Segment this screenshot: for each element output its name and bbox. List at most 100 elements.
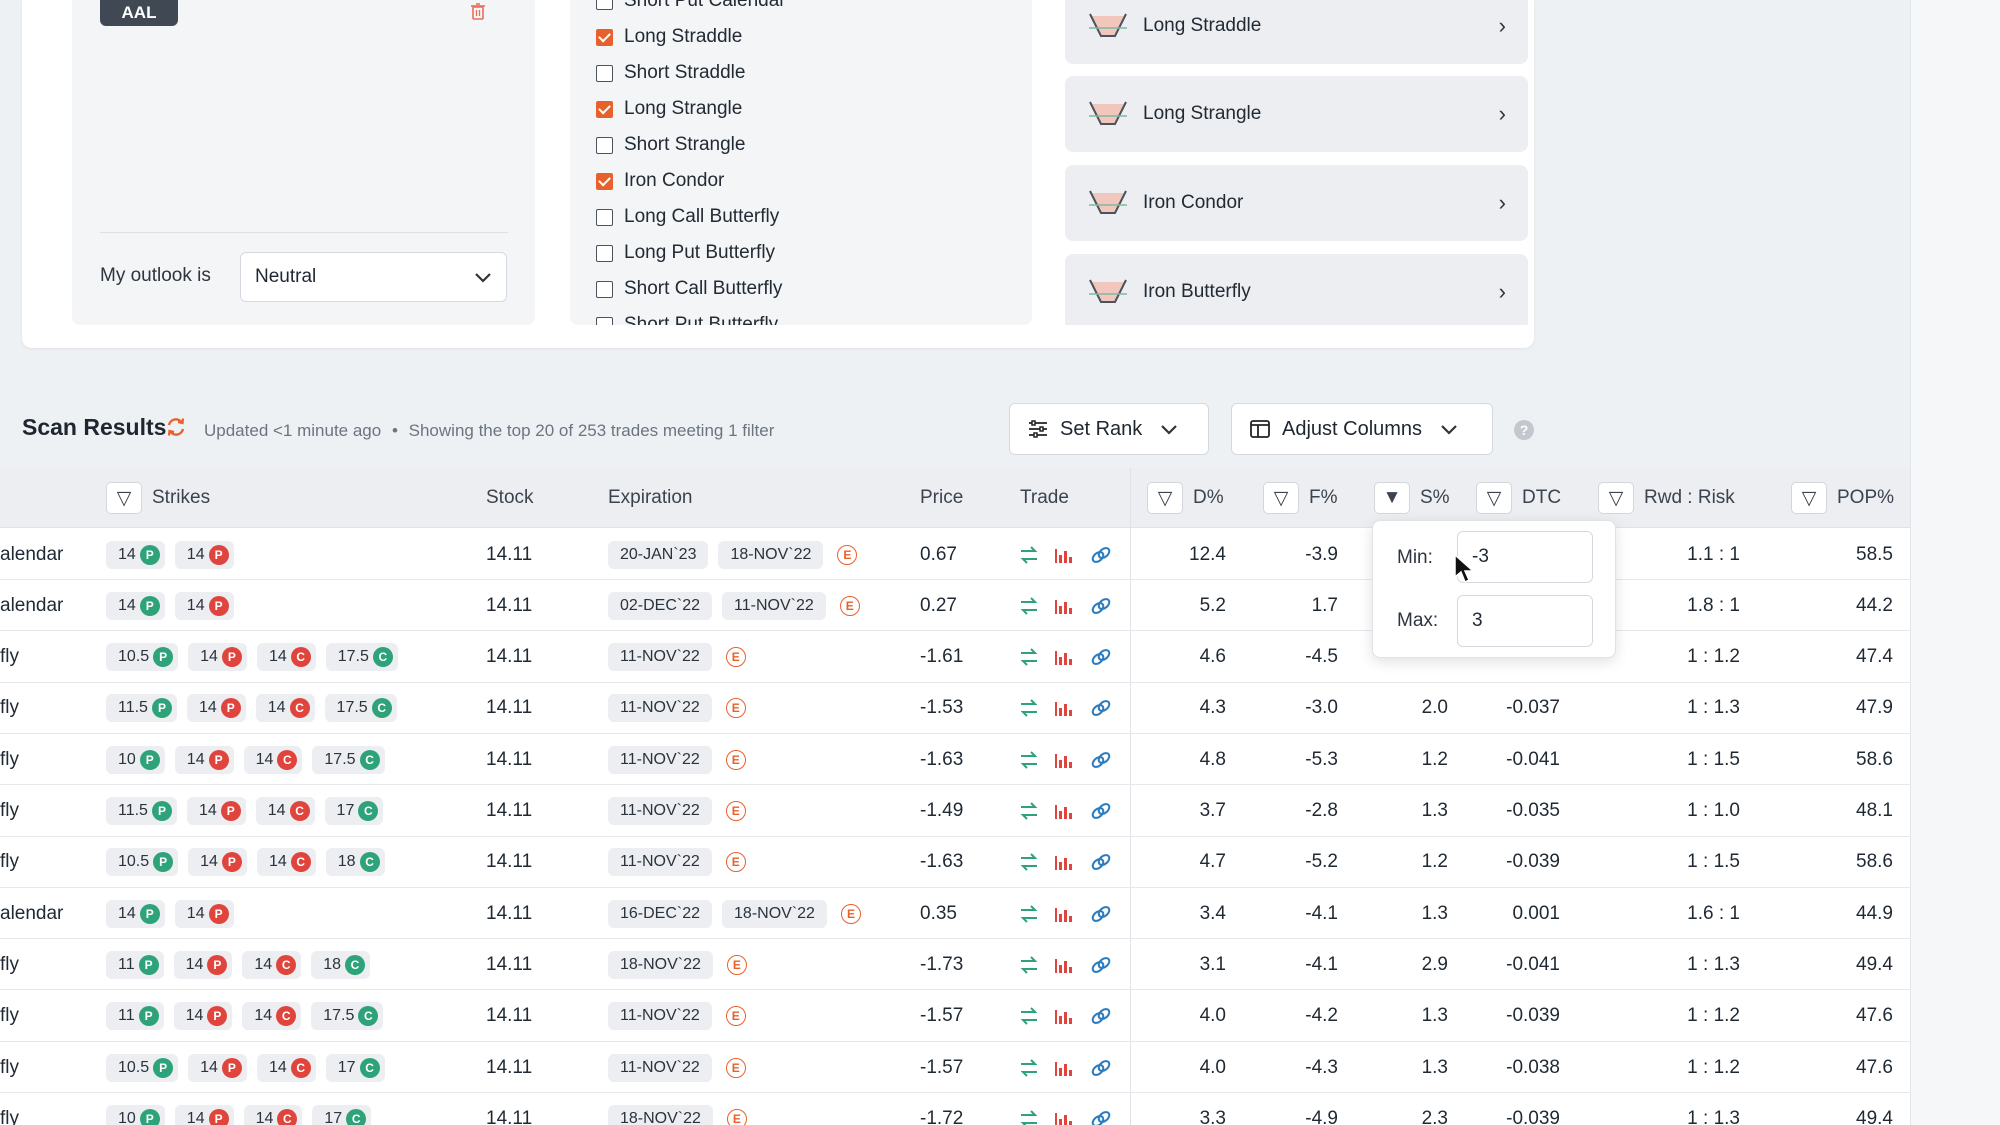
- strategy-checkbox-item[interactable]: Long Call Butterfly: [596, 203, 779, 231]
- strategy-label: Iron Condor: [624, 170, 725, 191]
- checkbox[interactable]: [596, 316, 613, 325]
- set-rank-label: Set Rank: [1060, 417, 1143, 440]
- set-rank-button[interactable]: Set Rank: [1009, 403, 1209, 455]
- chart-icon[interactable]: [1054, 647, 1076, 667]
- strategy-card[interactable]: Iron Condor ›: [1065, 165, 1528, 241]
- strategy-card[interactable]: Long Strangle ›: [1065, 76, 1528, 152]
- table-row[interactable]: fly 10 P 14 P 14 C 17 C 14.11 18-NOV`22 E -1.72 3.3 -4…: [0, 1093, 1910, 1125]
- col-expiration[interactable]: Expiration: [608, 468, 693, 528]
- chart-icon[interactable]: [1054, 801, 1076, 821]
- checkbox[interactable]: [596, 64, 613, 82]
- strategy-checkbox-item[interactable]: Long Put Butterfly: [596, 239, 775, 267]
- strategy-card[interactable]: Long Straddle ›: [1065, 0, 1528, 64]
- table-row[interactable]: fly 10.5 P 14 P 14 C 17 C 14.11 11-NOV`22 E -1.57 4.0…: [0, 1042, 1910, 1093]
- col-stock[interactable]: Stock: [486, 468, 534, 528]
- table-row[interactable]: fly 11 P 14 P 14 C 18 C 14.11 18-NOV`22 E -1.73 3.1 -4…: [0, 939, 1910, 991]
- swap-icon[interactable]: [1018, 698, 1040, 718]
- table-row[interactable]: alendar 14 P 14 P 14.11 20-JAN`23 18-NOV`22 E 0.6…: [0, 529, 1910, 580]
- swap-icon[interactable]: [1018, 647, 1040, 667]
- col-strikes[interactable]: ▽ Strikes: [106, 468, 210, 528]
- col-dtc[interactable]: ▽ DTC: [1476, 468, 1561, 528]
- swap-icon[interactable]: [1018, 904, 1040, 924]
- checkbox[interactable]: [596, 28, 613, 46]
- table-row[interactable]: fly 10.5 P 14 P 14 C 18 C 14.11 11-NOV`22 E -1.63 4.7…: [0, 837, 1910, 888]
- chart-icon[interactable]: [1054, 698, 1076, 718]
- filter-icon[interactable]: ▽: [1147, 482, 1183, 514]
- filter-icon[interactable]: ▽: [1476, 482, 1512, 514]
- strategy-checkbox-item[interactable]: Long Straddle: [596, 23, 742, 51]
- filter-icon[interactable]: ▽: [1263, 482, 1299, 514]
- max-input[interactable]: 3: [1457, 595, 1593, 647]
- filter-icon[interactable]: ▽: [1598, 482, 1634, 514]
- table-row[interactable]: fly 11.5 P 14 P 14 C 17.5 C 14.11 11-NOV`22 E -1.53 4…: [0, 683, 1910, 734]
- strategy-label: Short Put Butterfly: [624, 314, 779, 325]
- rwd-value: 1 : 1.3: [1687, 697, 1740, 719]
- strike-pill: 11 P: [106, 1002, 164, 1031]
- chart-icon[interactable]: [1054, 955, 1076, 975]
- filter-icon[interactable]: ▽: [106, 482, 142, 514]
- refresh-icon[interactable]: [165, 416, 187, 438]
- swap-icon[interactable]: [1018, 750, 1040, 770]
- chart-icon[interactable]: [1054, 545, 1076, 565]
- adjust-columns-button[interactable]: Adjust Columns: [1231, 403, 1493, 455]
- strategy-checkbox-item[interactable]: Short Straddle: [596, 59, 745, 87]
- checkbox[interactable]: [596, 280, 613, 298]
- call-badge: C: [359, 1057, 380, 1078]
- table-row[interactable]: fly 10 P 14 P 14 C 17.5 C 14.11 11-NOV`22 E -1.63 4.8…: [0, 734, 1910, 786]
- swap-icon[interactable]: [1018, 955, 1040, 975]
- table-row[interactable]: fly 10.5 P 14 P 14 C 17.5 C 14.11 11-NOV`22 E -1.61 4…: [0, 632, 1910, 683]
- trash-icon[interactable]: [470, 2, 486, 20]
- col-rwd-risk[interactable]: ▽ Rwd : Risk: [1598, 468, 1735, 528]
- swap-icon[interactable]: [1018, 801, 1040, 821]
- strike-value: 14: [186, 596, 205, 614]
- table-row[interactable]: alendar 14 P 14 P 14.11 02-DEC`22 11-NOV`22 E 0.2…: [0, 580, 1910, 632]
- chart-icon[interactable]: [1054, 852, 1076, 872]
- checkbox[interactable]: [596, 0, 613, 10]
- outlook-select[interactable]: Neutral: [240, 252, 507, 302]
- table-row[interactable]: fly 11.5 P 14 P 14 C 17 C 14.11 11-NOV`22 E -1.49 3.7…: [0, 786, 1910, 837]
- table-row[interactable]: fly 11 P 14 P 14 C 17.5 C 14.11 11-NOV`22 E -1.57 4.0…: [0, 991, 1910, 1042]
- strategy-checkbox-item[interactable]: Short Put Butterfly: [596, 311, 778, 325]
- expiration-cell: 16-DEC`22 18-NOV`22 E: [608, 888, 861, 939]
- strategy-checkbox-item[interactable]: Long Strangle: [596, 95, 742, 123]
- swap-icon[interactable]: [1018, 545, 1040, 565]
- checkbox[interactable]: [596, 244, 613, 262]
- chart-icon[interactable]: [1054, 596, 1076, 616]
- filter-icon[interactable]: ▽: [1791, 482, 1827, 514]
- stock-price: 14.11: [486, 697, 533, 719]
- put-badge: P: [153, 647, 174, 668]
- min-input[interactable]: -3: [1457, 531, 1593, 583]
- chart-icon[interactable]: [1054, 904, 1076, 924]
- swap-icon[interactable]: [1018, 596, 1040, 616]
- swap-icon[interactable]: [1018, 1109, 1040, 1125]
- chart-icon[interactable]: [1054, 1109, 1076, 1125]
- strike-pill: 14 P: [188, 1053, 247, 1082]
- strategy-checkbox-item[interactable]: Short Call Butterfly: [596, 275, 782, 303]
- filter-active-icon[interactable]: ▼: [1374, 482, 1410, 514]
- strategy-checkbox-item[interactable]: Short Put Calendar: [596, 0, 786, 15]
- checkbox[interactable]: [596, 136, 613, 154]
- col-pop[interactable]: ▽ POP%: [1791, 468, 1894, 528]
- swap-icon[interactable]: [1018, 852, 1040, 872]
- chart-icon[interactable]: [1054, 750, 1076, 770]
- col-d[interactable]: ▽ D%: [1147, 468, 1224, 528]
- chart-icon[interactable]: [1054, 1006, 1076, 1026]
- swap-icon[interactable]: [1018, 1006, 1040, 1026]
- strike-pill: 11.5 P: [106, 694, 177, 723]
- help-icon[interactable]: ?: [1514, 420, 1534, 440]
- strategy-checkbox-item[interactable]: Iron Condor: [596, 167, 724, 195]
- checkbox[interactable]: [596, 172, 613, 190]
- checkbox[interactable]: [596, 100, 613, 118]
- ticker-chip[interactable]: AAL: [100, 0, 178, 26]
- checkbox[interactable]: [596, 208, 613, 226]
- swap-icon[interactable]: [1018, 1058, 1040, 1078]
- col-f[interactable]: ▽ F%: [1263, 468, 1338, 528]
- strategy-card[interactable]: Iron Butterfly ›: [1065, 254, 1528, 325]
- strategy-checkbox-item[interactable]: Short Strangle: [596, 131, 745, 159]
- chart-icon[interactable]: [1054, 1058, 1076, 1078]
- earnings-icon: E: [726, 1108, 747, 1125]
- col-price[interactable]: Price: [920, 468, 963, 528]
- payoff-diagram-icon: [1089, 279, 1127, 303]
- col-s[interactable]: ▼ S%: [1374, 468, 1450, 528]
- table-row[interactable]: alendar 14 P 14 P 14.11 16-DEC`22 18-NOV`22 E 0.3…: [0, 888, 1910, 940]
